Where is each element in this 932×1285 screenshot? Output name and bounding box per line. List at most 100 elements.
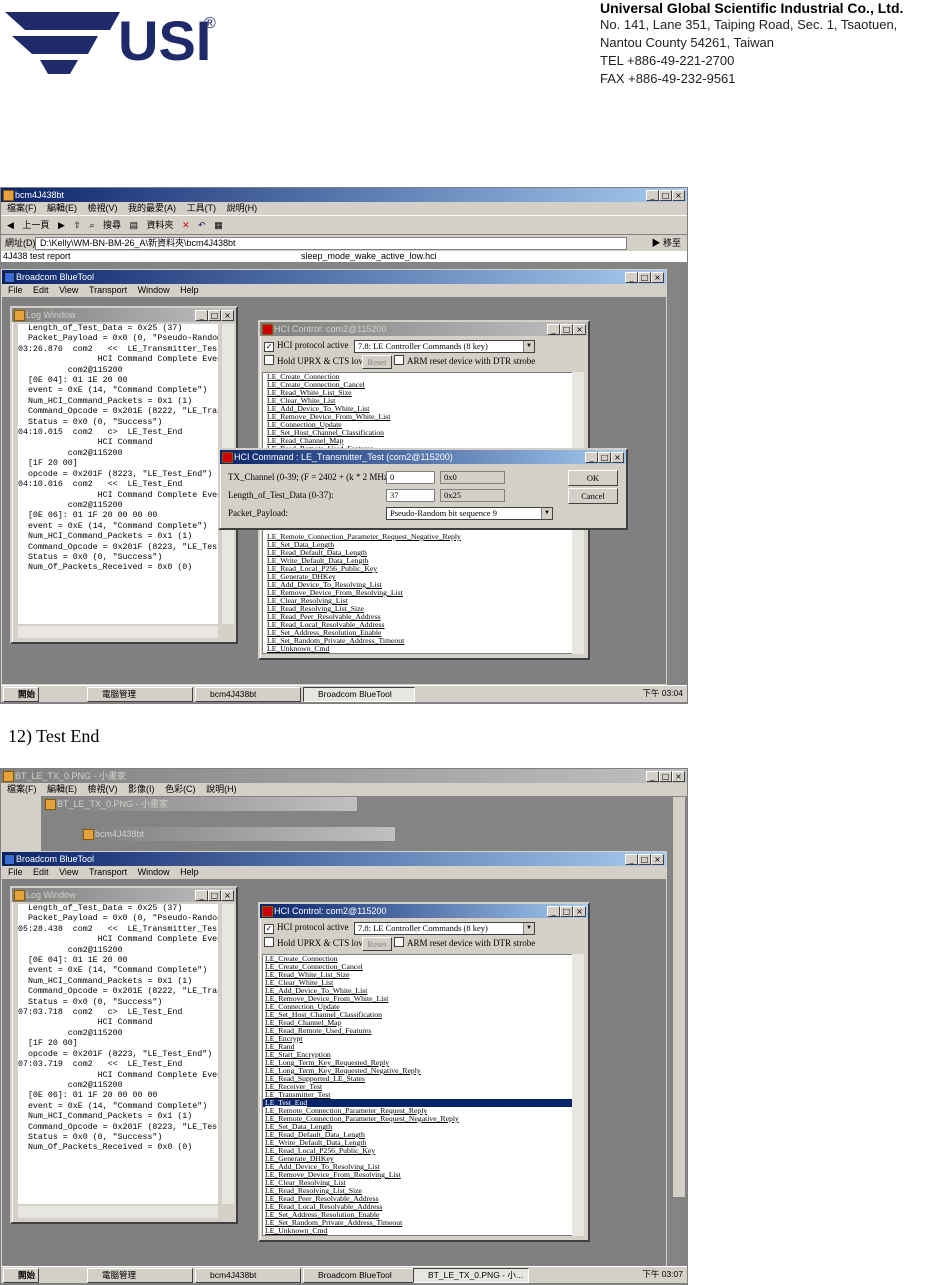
menu-file[interactable]: 檔案(F) <box>7 784 37 794</box>
maximize-button[interactable]: □ <box>638 272 651 283</box>
menu-help[interactable]: Help <box>180 867 199 877</box>
ok-button[interactable]: OK <box>568 470 618 486</box>
hold-uprx-checkbox[interactable]: Hold UPRX & CTS low <box>264 354 365 368</box>
close-button[interactable]: × <box>651 854 664 865</box>
log-vertical-scrollbar[interactable] <box>222 904 234 1204</box>
close-button[interactable]: × <box>221 310 234 321</box>
folders-button[interactable]: ▤ 資料夾 <box>130 220 174 230</box>
taskbar-explorer[interactable]: bcm4J438bt <box>195 687 301 702</box>
command-list-item[interactable]: LE_Unknown_Cmd <box>263 1227 575 1235</box>
menu-window[interactable]: Window <box>138 867 170 877</box>
menu-transport[interactable]: Transport <box>89 285 127 295</box>
close-button[interactable]: × <box>672 190 685 201</box>
minimize-button[interactable]: _ <box>547 906 560 917</box>
menu-view[interactable]: 檢視(V) <box>88 203 118 213</box>
menu-edit[interactable]: 編輯(E) <box>47 784 77 794</box>
command-group-select[interactable]: 7.8: LE Controller Commands (8 key) ▼ <box>354 922 535 935</box>
protocol-active-checkbox[interactable]: ✓ HCI protocol active <box>264 920 348 934</box>
close-button[interactable]: × <box>611 452 624 463</box>
minimize-button[interactable]: _ <box>646 771 659 782</box>
taskbar-explorer[interactable]: bcm4J438bt <box>195 1268 301 1283</box>
command-list-item[interactable]: LE_Unknown_Cmd <box>265 645 575 653</box>
maximize-button[interactable]: □ <box>208 310 221 321</box>
menu-colors[interactable]: 色彩(C) <box>165 784 196 794</box>
command-list-item[interactable]: LE_Read_Remote_Used_Features <box>263 1027 575 1035</box>
menu-view[interactable]: 檢視(V) <box>88 784 118 794</box>
delete-icon[interactable]: ✕ <box>182 220 190 230</box>
maximize-button[interactable]: □ <box>598 452 611 463</box>
go-button[interactable]: ▶ 移至 <box>651 235 681 251</box>
taskbar-computer-management[interactable]: 電腦管理 <box>87 687 193 702</box>
log-horizontal-scrollbar[interactable] <box>18 626 218 638</box>
maximize-button[interactable]: □ <box>560 906 573 917</box>
arm-reset-checkbox[interactable]: ARM reset device with DTR strobe <box>394 936 535 950</box>
maximize-button[interactable]: □ <box>208 890 221 901</box>
arm-reset-checkbox[interactable]: ARM reset device with DTR strobe <box>394 354 535 368</box>
menu-file[interactable]: 檔案(F) <box>7 203 37 213</box>
menu-help[interactable]: 說明(H) <box>227 203 258 213</box>
menu-tools[interactable]: 工具(T) <box>187 203 217 213</box>
paint-toolbox[interactable] <box>1 796 41 856</box>
maximize-button[interactable]: □ <box>638 854 651 865</box>
length-input[interactable]: 37 <box>386 489 435 502</box>
menu-favorites[interactable]: 我的最愛(A) <box>128 203 176 213</box>
menu-help[interactable]: 說明(H) <box>206 784 237 794</box>
taskbar-paint[interactable]: BT_LE_TX_0.PNG - 小... <box>413 1268 529 1283</box>
menu-view[interactable]: View <box>59 285 78 295</box>
menu-image[interactable]: 影像(I) <box>128 784 155 794</box>
start-button[interactable]: 開始 <box>3 1268 39 1283</box>
up-icon[interactable]: ⇧ <box>73 220 81 230</box>
forward-icon[interactable]: ▶ <box>58 220 65 230</box>
file-item-hci[interactable]: sleep_mode_wake_active_low.hci <box>301 251 437 262</box>
search-button[interactable]: ⌕ 搜尋 <box>89 220 121 230</box>
undo-icon[interactable]: ↶ <box>198 220 206 230</box>
command-list-item[interactable]: LE_Transmitter_Test <box>263 1091 575 1099</box>
menu-edit[interactable]: Edit <box>33 285 49 295</box>
command-group-select[interactable]: 7.8: LE Controller Commands (8 key) ▼ <box>354 340 535 353</box>
taskbar-computer-management[interactable]: 電腦管理 <box>87 1268 193 1283</box>
command-list-scrollbar[interactable] <box>572 954 584 1236</box>
cancel-button[interactable]: Cancel <box>568 488 618 504</box>
command-list[interactable]: LE_Create_Connection LE_Create_Connection… <box>262 954 576 1236</box>
paint-scrollbar[interactable] <box>673 797 685 1197</box>
reset-button[interactable]: Reset <box>362 355 392 369</box>
payload-select[interactable]: Pseudo-Random bit sequence 9 ▼ <box>386 507 553 520</box>
reset-button[interactable]: Reset <box>362 937 392 951</box>
close-button[interactable]: × <box>573 324 586 335</box>
menu-edit[interactable]: 編輯(E) <box>47 203 77 213</box>
address-input[interactable]: D:\Kelly\WM-BN-BM-26_A\新資料夾\bcm4J438bt <box>35 237 627 250</box>
back-button[interactable]: ◀ 上一頁 <box>7 220 49 230</box>
tx-channel-input[interactable]: 0 <box>386 471 435 484</box>
close-button[interactable]: × <box>573 906 586 917</box>
minimize-button[interactable]: _ <box>195 310 208 321</box>
taskbar-bluetool[interactable]: Broadcom BlueTool <box>303 687 415 702</box>
maximize-button[interactable]: □ <box>659 771 672 782</box>
views-icon[interactable]: ▦ <box>214 220 223 230</box>
menu-file[interactable]: File <box>8 867 23 877</box>
hold-uprx-checkbox[interactable]: Hold UPRX & CTS low <box>264 936 365 950</box>
close-button[interactable]: × <box>672 771 685 782</box>
menu-window[interactable]: Window <box>138 285 170 295</box>
taskbar-bluetool[interactable]: Broadcom BlueTool <box>303 1268 415 1283</box>
menu-help[interactable]: Help <box>180 285 199 295</box>
menu-transport[interactable]: Transport <box>89 867 127 877</box>
log-icon <box>14 310 25 321</box>
start-button[interactable]: 開始 <box>3 687 39 702</box>
minimize-button[interactable]: _ <box>625 272 638 283</box>
minimize-button[interactable]: _ <box>195 890 208 901</box>
maximize-button[interactable]: □ <box>659 190 672 201</box>
protocol-active-checkbox[interactable]: ✓ HCI protocol active <box>264 338 348 352</box>
log-horizontal-scrollbar[interactable] <box>18 1206 218 1218</box>
menu-file[interactable]: File <box>8 285 23 295</box>
maximize-button[interactable]: □ <box>560 324 573 335</box>
minimize-button[interactable]: _ <box>646 190 659 201</box>
menu-view[interactable]: View <box>59 867 78 877</box>
minimize-button[interactable]: _ <box>585 452 598 463</box>
menu-edit[interactable]: Edit <box>33 867 49 877</box>
minimize-button[interactable]: _ <box>625 854 638 865</box>
minimize-button[interactable]: _ <box>547 324 560 335</box>
file-item-test-report[interactable]: 4J438 test report <box>3 251 71 262</box>
close-button[interactable]: × <box>651 272 664 283</box>
command-list-item[interactable]: LE_Encrypt <box>263 1035 575 1043</box>
close-button[interactable]: × <box>221 890 234 901</box>
